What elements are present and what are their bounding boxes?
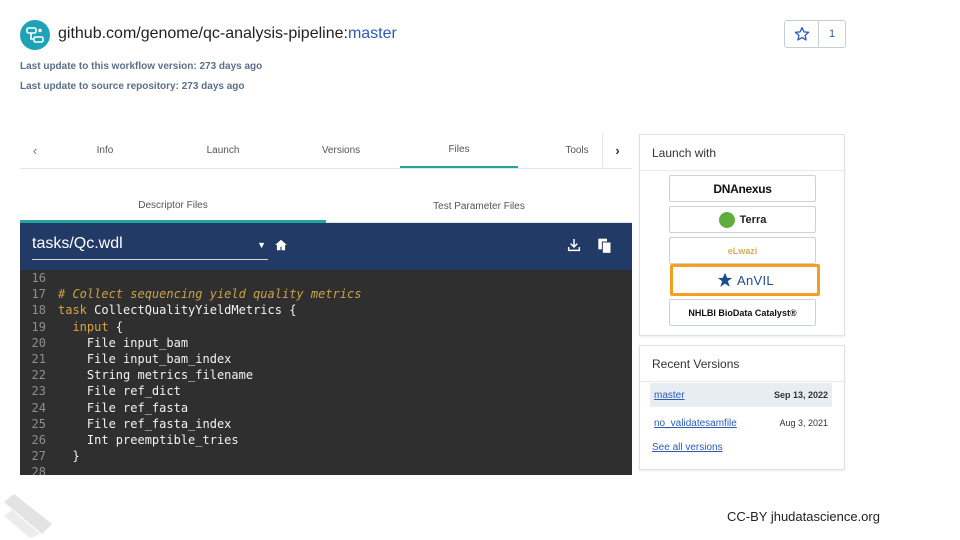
nhlbi-label: NHLBI BioData Catalyst® <box>688 307 797 318</box>
copy-icon[interactable] <box>597 237 613 260</box>
star-count: 1 <box>828 28 836 40</box>
anvil-label: AnVIL <box>737 272 774 288</box>
file-viewer-toolbar: tasks/Qc.wdl ▼ <box>20 223 632 270</box>
code-line: 22 String metrics_filename <box>31 368 254 383</box>
code-viewer[interactable]: 16 17 # Collect sequencing yield quality … <box>20 270 632 475</box>
recent-versions-title: Recent Versions <box>652 357 740 371</box>
see-all-versions-link[interactable]: See all versions <box>652 442 723 453</box>
recent-versions-panel: Recent Versions master Sep 13, 2022 no_v… <box>639 345 845 470</box>
launch-anvil-button[interactable]: AnVIL <box>670 264 820 296</box>
version-date: Aug 3, 2021 <box>779 418 828 428</box>
code-line: 19 input { <box>31 319 124 334</box>
dropdown-arrow-icon: ▼ <box>257 240 266 250</box>
jhu-data-science-logo-icon <box>4 494 52 540</box>
file-select-dropdown[interactable]: tasks/Qc.wdl ▼ <box>32 232 268 260</box>
tabs-scroll-left-button[interactable]: ‹ <box>20 134 50 168</box>
repository-path: github.com/genome/qc-analysis-pipeline: <box>58 25 348 42</box>
selected-file: tasks/Qc.wdl <box>32 235 123 252</box>
code-line: 18 task CollectQualityYieldMetrics { <box>31 303 297 318</box>
file-type-tabs: Descriptor Files Test Parameter Files <box>20 190 632 223</box>
launch-with-title: Launch with <box>652 146 717 160</box>
launch-terra-button[interactable]: Terra <box>669 206 816 233</box>
code-line: 17 # Collect sequencing yield quality met… <box>31 287 362 302</box>
version-link[interactable]: no_validatesamfile <box>654 418 737 429</box>
last-update-workflow: Last update to this workflow version: 27… <box>20 61 263 72</box>
code-line: 26 Int preemptible_tries <box>31 432 239 447</box>
tab-test-parameter-files[interactable]: Test Parameter Files <box>326 190 632 223</box>
terra-label: Terra <box>739 213 767 226</box>
launch-with-panel: Launch with DNAnexus Terra eLwazi AnVIL … <box>639 134 845 336</box>
terra-logo-icon <box>718 211 735 228</box>
version-date: Sep 13, 2022 <box>773 390 828 400</box>
home-icon[interactable] <box>274 238 288 257</box>
tab-launch[interactable]: Launch <box>178 133 268 168</box>
launch-nhlbi-button[interactable]: NHLBI BioData Catalyst® <box>669 299 816 326</box>
code-line: 16 <box>31 271 46 285</box>
last-update-repository: Last update to source repository: 273 da… <box>20 81 245 92</box>
tab-versions[interactable]: Versions <box>296 133 386 168</box>
tab-files[interactable]: Files <box>400 133 518 168</box>
dnanexus-logo: DNAnexus <box>713 181 772 196</box>
code-line: 20 File input_bam <box>31 335 189 350</box>
main-tabs: ‹ Info Launch Versions Files Tools › <box>20 133 632 169</box>
launch-dnanexus-button[interactable]: DNAnexus <box>669 175 816 202</box>
version-row[interactable]: no_validatesamfile Aug 3, 2021 <box>650 411 832 435</box>
elwazi-logo: eLwazi <box>727 245 758 256</box>
launch-elwazi-button[interactable]: eLwazi <box>669 237 816 264</box>
star-icon <box>794 27 809 41</box>
download-icon[interactable] <box>566 237 582 258</box>
code-line: 27 } <box>31 449 80 464</box>
code-line: 23 File ref_dict <box>31 384 181 399</box>
code-line: 25 File ref_fasta_index <box>31 416 232 431</box>
tab-descriptor-files[interactable]: Descriptor Files <box>20 190 326 223</box>
star-widget: 1 <box>784 20 846 48</box>
code-line: 21 File input_bam_index <box>31 351 232 366</box>
tabs-scroll-right-button[interactable]: › <box>602 133 632 167</box>
code-line: 28 <box>31 465 46 475</box>
code-task-line: task CollectQualityYieldMetrics { <box>58 303 297 318</box>
chevron-right-icon: › <box>615 142 620 158</box>
branch-name[interactable]: master <box>348 25 397 42</box>
repository-icon <box>20 20 50 50</box>
version-row[interactable]: master Sep 13, 2022 <box>650 383 832 407</box>
repository-title: github.com/genome/qc-analysis-pipeline:m… <box>58 25 397 43</box>
tab-info[interactable]: Info <box>60 133 150 168</box>
chevron-left-icon: ‹ <box>32 143 38 158</box>
star-button[interactable] <box>785 21 819 47</box>
code-line: 24 File ref_fasta <box>31 400 189 415</box>
version-link[interactable]: master <box>654 390 685 401</box>
anvil-star-icon <box>717 272 733 287</box>
license-footer: CC-BY jhudatascience.org <box>727 509 880 524</box>
